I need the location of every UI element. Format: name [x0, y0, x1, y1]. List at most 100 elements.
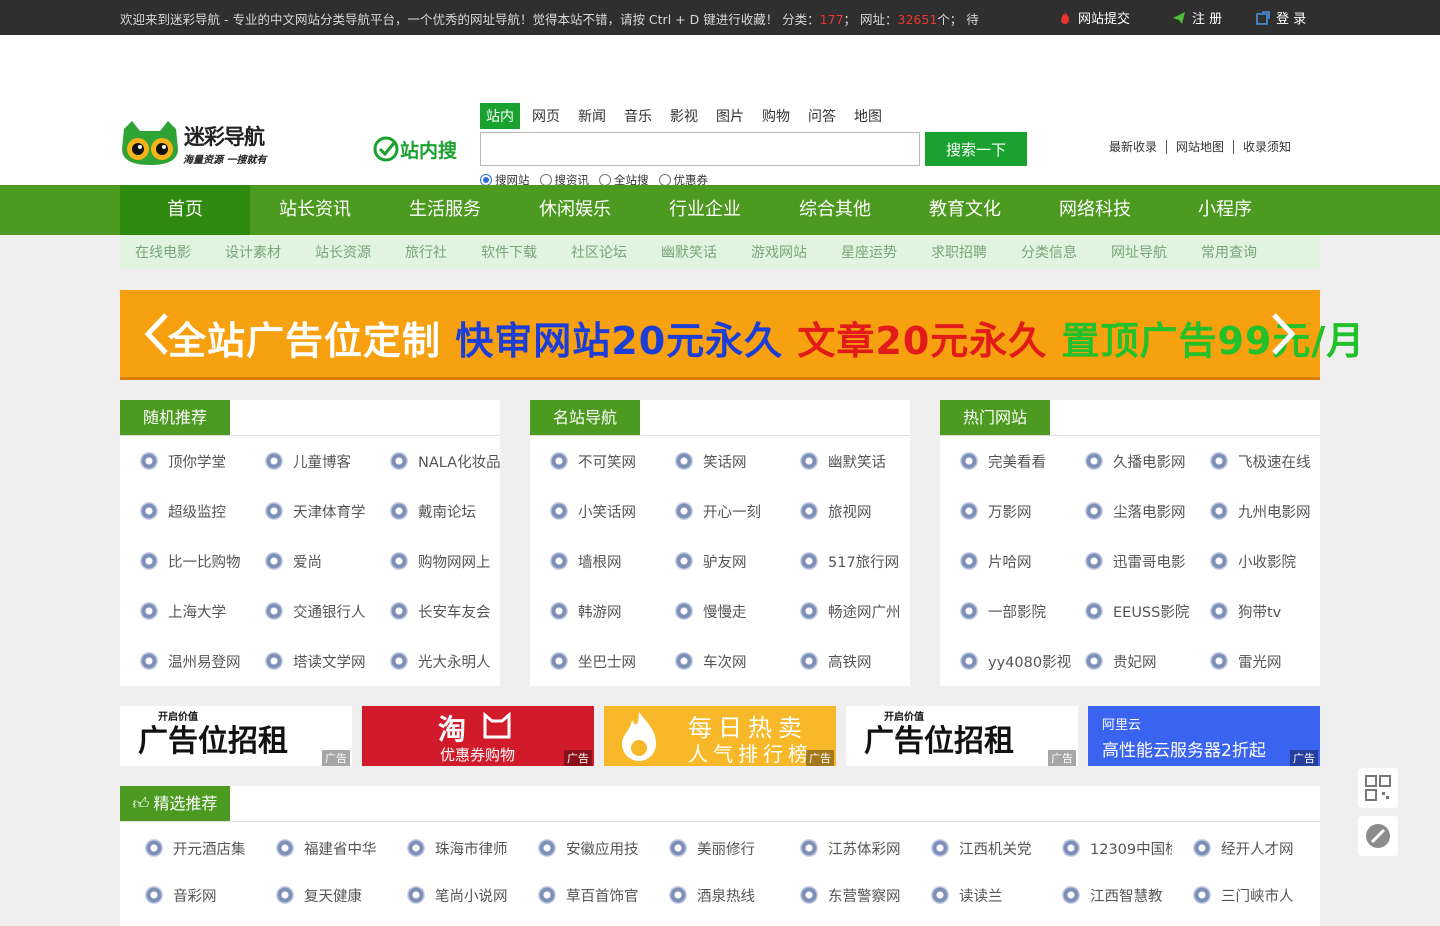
search-tab[interactable]: 网页 — [526, 103, 566, 129]
site-link[interactable]: 儿童博客 — [265, 450, 385, 472]
site-link[interactable]: 上海大学 — [140, 600, 260, 622]
search-button[interactable]: 搜索一下 — [925, 132, 1027, 166]
site-link[interactable]: 开心一刻 — [675, 500, 795, 522]
pick-link[interactable]: 珠海市律师 — [407, 837, 517, 859]
site-link[interactable]: 贵妃网 — [1085, 650, 1205, 672]
site-link[interactable]: EEUSS影院 — [1085, 600, 1205, 622]
panel-title[interactable]: 名站导航 — [530, 400, 640, 435]
site-link[interactable]: 顶你学堂 — [140, 450, 260, 472]
subnav-item[interactable]: 常用查询 — [1201, 242, 1257, 262]
subnav-item[interactable]: 分类信息 — [1021, 242, 1077, 262]
submit-site-link[interactable]: 网站提交 — [1058, 8, 1130, 27]
site-link[interactable]: 慢慢走 — [675, 600, 795, 622]
pick-link[interactable]: 开元酒店集 — [145, 837, 255, 859]
pick-link[interactable]: 福建省中华 — [276, 837, 386, 859]
nav-item[interactable]: 小程序 — [1160, 185, 1290, 235]
site-link[interactable]: 高铁网 — [800, 650, 920, 672]
site-link[interactable]: 车次网 — [675, 650, 795, 672]
site-link[interactable]: 雷光网 — [1210, 650, 1330, 672]
search-tab[interactable]: 图片 — [710, 103, 750, 129]
search-tab[interactable]: 音乐 — [618, 103, 658, 129]
subnav-item[interactable]: 游戏网站 — [751, 242, 807, 262]
nav-item[interactable]: 网络科技 — [1030, 185, 1160, 235]
nav-item[interactable]: 首页 — [120, 185, 250, 235]
site-link[interactable]: 尘落电影网 — [1085, 500, 1205, 522]
feedback-button[interactable] — [1358, 816, 1398, 856]
nav-item[interactable]: 教育文化 — [900, 185, 1030, 235]
nav-item[interactable]: 生活服务 — [380, 185, 510, 235]
site-link[interactable]: 比一比购物 — [140, 550, 260, 572]
subnav-item[interactable]: 社区论坛 — [571, 242, 627, 262]
pick-link[interactable]: 江西智慧教 — [1062, 884, 1172, 906]
site-link[interactable]: 片哈网 — [960, 550, 1080, 572]
site-link[interactable]: 完美看看 — [960, 450, 1080, 472]
site-link[interactable]: yy4080影视 — [960, 650, 1080, 672]
pick-link[interactable]: 读读兰 — [931, 884, 1041, 906]
panel-title[interactable]: 热门网站 — [940, 400, 1050, 435]
site-logo[interactable]: 迷彩导航 海量资源 一搜就有 — [120, 119, 280, 167]
header-link[interactable]: 网站地图 — [1167, 140, 1235, 154]
site-link[interactable]: 爱尚 — [265, 550, 385, 572]
site-link[interactable]: 狗带tv — [1210, 600, 1330, 622]
subnav-item[interactable]: 星座运势 — [841, 242, 897, 262]
pick-link[interactable]: 经开人才网 — [1193, 837, 1303, 859]
pick-link[interactable]: 草百首饰官 — [538, 884, 648, 906]
login-link[interactable]: 登 录 — [1256, 8, 1306, 27]
site-link[interactable]: 天津体育学 — [265, 500, 385, 522]
site-link[interactable]: 戴南论坛 — [390, 500, 510, 522]
site-link[interactable]: 幽默笑话 — [800, 450, 920, 472]
site-link[interactable]: 九州电影网 — [1210, 500, 1330, 522]
ad-hot-sale[interactable]: 每日热卖 人气排行榜 广告 — [604, 706, 836, 766]
chevron-right-icon[interactable] — [1268, 312, 1298, 356]
site-link[interactable]: 笑话网 — [675, 450, 795, 472]
ad-aliyun[interactable]: 阿里云 高性能云服务器2折起 广告 — [1088, 706, 1320, 766]
site-link[interactable]: 光大永明人 — [390, 650, 510, 672]
site-link[interactable]: 畅途网广州 — [800, 600, 920, 622]
promo-banner[interactable]: 全站广告位定制 快审网站20元永久 文章20元永久 置顶广告99元/月 — [120, 290, 1364, 380]
search-input[interactable] — [480, 132, 920, 166]
header-link[interactable]: 收录须知 — [1234, 140, 1300, 154]
search-tab[interactable]: 问答 — [802, 103, 842, 129]
pick-link[interactable]: 笔尚小说网 — [407, 884, 517, 906]
site-link[interactable]: 塔读文学网 — [265, 650, 385, 672]
site-link[interactable]: 迅雷哥电影 — [1085, 550, 1205, 572]
register-link[interactable]: 注 册 — [1172, 8, 1222, 27]
subnav-item[interactable]: 网址导航 — [1111, 242, 1167, 262]
site-link[interactable]: 购物网网上 — [390, 550, 510, 572]
pick-link[interactable]: 安徽应用技 — [538, 837, 648, 859]
pick-link[interactable]: 江西机关党 — [931, 837, 1041, 859]
site-link[interactable]: NALA化妆品 — [390, 450, 510, 472]
search-tab[interactable]: 站内 — [480, 103, 520, 129]
panel-title[interactable]: 随机推荐 — [120, 400, 230, 435]
pick-link[interactable]: 酒泉热线 — [669, 884, 779, 906]
site-link[interactable]: 超级监控 — [140, 500, 260, 522]
subnav-item[interactable]: 软件下载 — [481, 242, 537, 262]
site-link[interactable]: 韩游网 — [550, 600, 670, 622]
site-link[interactable]: 小收影院 — [1210, 550, 1330, 572]
header-link[interactable]: 最新收录 — [1109, 140, 1168, 154]
site-link[interactable]: 驴友网 — [675, 550, 795, 572]
site-link[interactable]: 一部影院 — [960, 600, 1080, 622]
search-tab[interactable]: 购物 — [756, 103, 796, 129]
site-link[interactable]: 小笑话网 — [550, 500, 670, 522]
site-link[interactable]: 长安车友会 — [390, 600, 510, 622]
ad-rent-2[interactable]: 开启价值 广告位招租 广告 — [846, 706, 1078, 766]
site-link[interactable]: 不可笑网 — [550, 450, 670, 472]
site-link[interactable]: 517旅行网 — [800, 550, 920, 572]
nav-item[interactable]: 综合其他 — [770, 185, 900, 235]
pick-link[interactable]: 美丽修行 — [669, 837, 779, 859]
subnav-item[interactable]: 求职招聘 — [931, 242, 987, 262]
pick-link[interactable]: 三门峡市人 — [1193, 884, 1303, 906]
pick-link[interactable]: 东营警察网 — [800, 884, 910, 906]
pick-link[interactable]: 江苏体彩网 — [800, 837, 910, 859]
search-tab[interactable]: 影视 — [664, 103, 704, 129]
site-link[interactable]: 飞极速在线 — [1210, 450, 1330, 472]
subnav-item[interactable]: 在线电影 — [135, 242, 191, 262]
nav-item[interactable]: 行业企业 — [640, 185, 770, 235]
nav-item[interactable]: 站长资讯 — [250, 185, 380, 235]
nav-item[interactable]: 休闲娱乐 — [510, 185, 640, 235]
site-link[interactable]: 坐巴士网 — [550, 650, 670, 672]
site-link[interactable]: 温州易登网 — [140, 650, 260, 672]
site-link[interactable]: 万影网 — [960, 500, 1080, 522]
subnav-item[interactable]: 幽默笑话 — [661, 242, 717, 262]
